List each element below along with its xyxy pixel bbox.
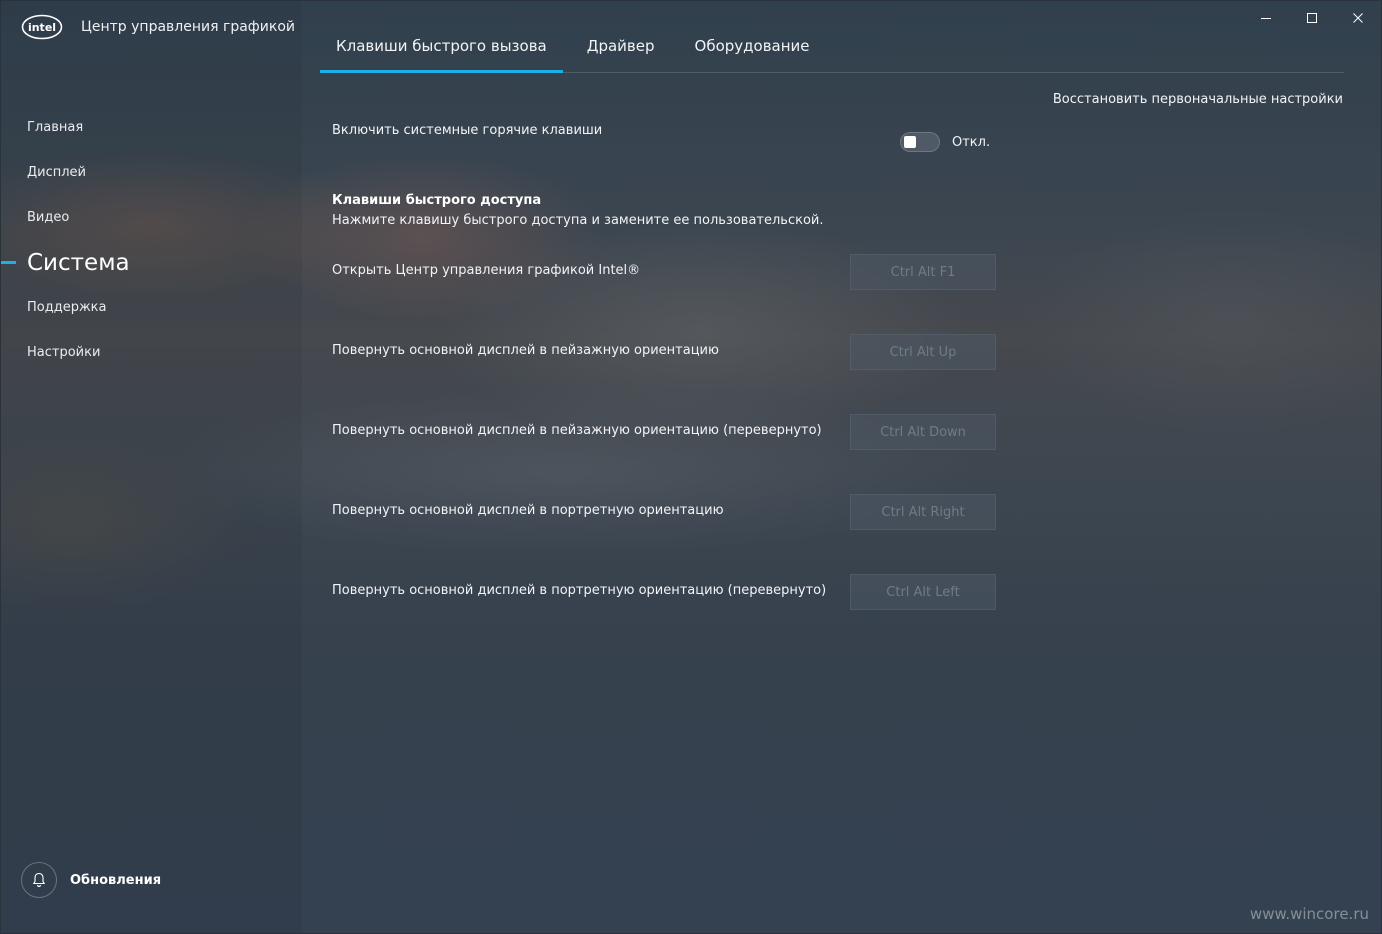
hotkey-field-landscape-flipped[interactable]: Ctrl Alt Down	[850, 414, 996, 450]
system-hotkeys-toggle[interactable]	[900, 132, 940, 152]
sidebar-item-label: Поддержка	[27, 300, 107, 315]
sidebar-item-system[interactable]: Система	[1, 240, 302, 285]
updates-label: Обновления	[70, 872, 162, 888]
hotkey-field-portrait[interactable]: Ctrl Alt Right	[850, 494, 996, 530]
section-description: Нажмите клавишу быстрого доступа и замен…	[332, 213, 824, 228]
sidebar-item-label: Главная	[27, 120, 84, 135]
app-title: Центр управления графикой	[81, 19, 295, 35]
tab-bar: Клавиши быстрого вызова Драйвер Оборудов…	[320, 29, 1344, 73]
sidebar-item-label: Дисплей	[27, 165, 87, 180]
hotkey-label-landscape: Повернуть основной дисплей в пейзажную о…	[332, 343, 719, 358]
sidebar-item-label: Настройки	[27, 345, 101, 360]
updates-bell-circle	[21, 862, 57, 898]
tab-hardware[interactable]: Оборудование	[679, 29, 826, 72]
sidebar-item-display[interactable]: Дисплей	[1, 150, 302, 195]
sidebar-item-support[interactable]: Поддержка	[1, 285, 302, 330]
toggle-knob	[904, 136, 916, 148]
watermark: www.wincore.ru	[1249, 905, 1369, 923]
bell-icon	[32, 872, 46, 888]
sidebar-item-label: Видео	[27, 210, 70, 225]
intel-logo: intel	[21, 14, 63, 40]
tab-driver[interactable]: Драйвер	[571, 29, 671, 72]
toggle-state-label: Откл.	[952, 134, 991, 150]
close-icon	[1353, 13, 1363, 23]
updates-button[interactable]: Обновления	[21, 862, 161, 898]
hotkey-field-open-center[interactable]: Ctrl Alt F1	[850, 254, 996, 290]
sidebar-item-settings[interactable]: Настройки	[1, 330, 302, 375]
brand: intel Центр управления графикой	[21, 13, 295, 41]
hotkey-field-landscape[interactable]: Ctrl Alt Up	[850, 334, 996, 370]
sidebar-item-label: Система	[27, 249, 130, 276]
hotkey-label-portrait: Повернуть основной дисплей в портретную …	[332, 503, 724, 518]
system-hotkeys-label: Включить системные горячие клавиши	[332, 123, 603, 138]
section-title: Клавиши быстрого доступа	[332, 193, 542, 208]
intel-logo-text: intel	[28, 21, 56, 34]
minimize-icon	[1261, 18, 1271, 19]
maximize-icon	[1307, 13, 1317, 23]
tab-hotkeys[interactable]: Клавиши быстрого вызова	[320, 29, 563, 73]
system-hotkeys-toggle-group: Откл.	[900, 132, 990, 152]
sidebar-item-home[interactable]: Главная	[1, 105, 302, 150]
hotkey-label-landscape-flipped: Повернуть основной дисплей в пейзажную о…	[332, 423, 822, 438]
hotkey-field-portrait-flipped[interactable]: Ctrl Alt Left	[850, 574, 996, 610]
reset-defaults-link[interactable]: Восстановить первоначальные настройки	[1053, 92, 1343, 107]
sidebar-nav: Главная Дисплей Видео Система Поддержка …	[1, 105, 302, 375]
sidebar-item-video[interactable]: Видео	[1, 195, 302, 240]
hotkey-label-portrait-flipped: Повернуть основной дисплей в портретную …	[332, 583, 827, 598]
hotkey-label-open-center: Открыть Центр управления графикой Intel®	[332, 263, 641, 278]
app-window: intel Центр управления графикой Главная …	[0, 0, 1382, 934]
sidebar: intel Центр управления графикой Главная …	[1, 1, 302, 933]
